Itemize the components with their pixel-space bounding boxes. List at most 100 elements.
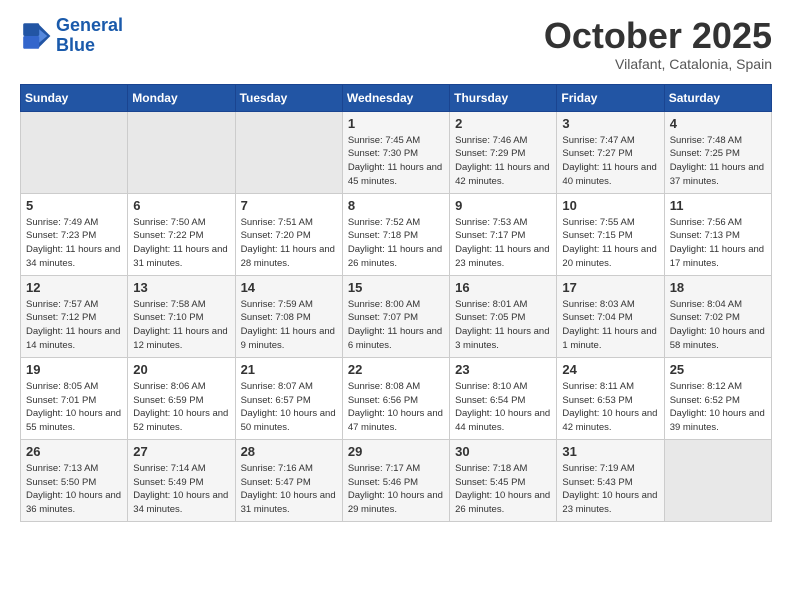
cell-content: Sunrise: 7:46 AMSunset: 7:29 PMDaylight:…	[455, 134, 551, 189]
logo-icon	[20, 20, 52, 52]
day-number: 21	[241, 362, 337, 377]
calendar-cell: 22 Sunrise: 8:08 AMSunset: 6:56 PMDayligh…	[342, 357, 449, 439]
cell-content: Sunrise: 7:58 AMSunset: 7:10 PMDaylight:…	[133, 298, 229, 353]
cell-content: Sunrise: 7:51 AMSunset: 7:20 PMDaylight:…	[241, 216, 337, 271]
day-number: 30	[455, 444, 551, 459]
logo-general: General	[56, 15, 123, 35]
weekday-monday: Monday	[128, 84, 235, 111]
cell-content: Sunrise: 8:05 AMSunset: 7:01 PMDaylight:…	[26, 380, 122, 435]
cell-content: Sunrise: 7:19 AMSunset: 5:43 PMDaylight:…	[562, 462, 658, 517]
day-number: 23	[455, 362, 551, 377]
weekday-friday: Friday	[557, 84, 664, 111]
calendar-cell	[235, 111, 342, 193]
day-number: 17	[562, 280, 658, 295]
weekday-saturday: Saturday	[664, 84, 771, 111]
calendar-cell: 16 Sunrise: 8:01 AMSunset: 7:05 PMDayligh…	[450, 275, 557, 357]
day-number: 7	[241, 198, 337, 213]
calendar-cell: 28 Sunrise: 7:16 AMSunset: 5:47 PMDayligh…	[235, 439, 342, 521]
calendar-cell: 12Sunrise: 7:57 AMSunset: 7:12 PMDayligh…	[21, 275, 128, 357]
day-number: 14	[241, 280, 337, 295]
day-number: 15	[348, 280, 444, 295]
calendar-cell: 19Sunrise: 8:05 AMSunset: 7:01 PMDayligh…	[21, 357, 128, 439]
cell-content: Sunrise: 7:49 AMSunset: 7:23 PMDaylight:…	[26, 216, 122, 271]
calendar-cell: 30 Sunrise: 7:18 AMSunset: 5:45 PMDayligh…	[450, 439, 557, 521]
cell-content: Sunrise: 7:18 AMSunset: 5:45 PMDaylight:…	[455, 462, 551, 517]
calendar-cell: 5Sunrise: 7:49 AMSunset: 7:23 PMDaylight…	[21, 193, 128, 275]
cell-content: Sunrise: 7:57 AMSunset: 7:12 PMDaylight:…	[26, 298, 122, 353]
calendar-cell: 3 Sunrise: 7:47 AMSunset: 7:27 PMDaylight…	[557, 111, 664, 193]
day-number: 22	[348, 362, 444, 377]
cell-content: Sunrise: 7:17 AMSunset: 5:46 PMDaylight:…	[348, 462, 444, 517]
weekday-header-row: SundayMondayTuesdayWednesdayThursdayFrid…	[21, 84, 772, 111]
calendar-cell: 21 Sunrise: 8:07 AMSunset: 6:57 PMDayligh…	[235, 357, 342, 439]
cell-content: Sunrise: 8:07 AMSunset: 6:57 PMDaylight:…	[241, 380, 337, 435]
logo-text: General Blue	[56, 16, 123, 56]
cell-content: Sunrise: 7:59 AMSunset: 7:08 PMDaylight:…	[241, 298, 337, 353]
day-number: 11	[670, 198, 766, 213]
day-number: 26	[26, 444, 122, 459]
calendar-cell	[664, 439, 771, 521]
calendar-cell: 26Sunrise: 7:13 AMSunset: 5:50 PMDayligh…	[21, 439, 128, 521]
calendar-cell: 10 Sunrise: 7:55 AMSunset: 7:15 PMDayligh…	[557, 193, 664, 275]
cell-content: Sunrise: 7:48 AMSunset: 7:25 PMDaylight:…	[670, 134, 766, 189]
cell-content: Sunrise: 7:55 AMSunset: 7:15 PMDaylight:…	[562, 216, 658, 271]
cell-content: Sunrise: 7:52 AMSunset: 7:18 PMDaylight:…	[348, 216, 444, 271]
day-number: 24	[562, 362, 658, 377]
cell-content: Sunrise: 8:00 AMSunset: 7:07 PMDaylight:…	[348, 298, 444, 353]
cell-content: Sunrise: 7:56 AMSunset: 7:13 PMDaylight:…	[670, 216, 766, 271]
day-number: 1	[348, 116, 444, 131]
month-title: October 2025	[544, 16, 772, 56]
calendar-cell: 9Sunrise: 7:53 AMSunset: 7:17 PMDaylight…	[450, 193, 557, 275]
cell-content: Sunrise: 7:50 AMSunset: 7:22 PMDaylight:…	[133, 216, 229, 271]
cell-content: Sunrise: 8:10 AMSunset: 6:54 PMDaylight:…	[455, 380, 551, 435]
calendar-cell: 13 Sunrise: 7:58 AMSunset: 7:10 PMDayligh…	[128, 275, 235, 357]
weekday-wednesday: Wednesday	[342, 84, 449, 111]
cell-content: Sunrise: 8:04 AMSunset: 7:02 PMDaylight:…	[670, 298, 766, 353]
calendar-cell: 17 Sunrise: 8:03 AMSunset: 7:04 PMDayligh…	[557, 275, 664, 357]
day-number: 27	[133, 444, 229, 459]
calendar-cell	[128, 111, 235, 193]
day-number: 28	[241, 444, 337, 459]
page: General Blue October 2025 Vilafant, Cata…	[0, 0, 792, 538]
calendar-cell: 15 Sunrise: 8:00 AMSunset: 7:07 PMDayligh…	[342, 275, 449, 357]
day-number: 16	[455, 280, 551, 295]
cell-content: Sunrise: 8:06 AMSunset: 6:59 PMDaylight:…	[133, 380, 229, 435]
day-number: 4	[670, 116, 766, 131]
calendar-week-4: 19Sunrise: 8:05 AMSunset: 7:01 PMDayligh…	[21, 357, 772, 439]
calendar-cell: 24 Sunrise: 8:11 AMSunset: 6:53 PMDayligh…	[557, 357, 664, 439]
calendar-cell: 1 Sunrise: 7:45 AMSunset: 7:30 PMDaylight…	[342, 111, 449, 193]
calendar-cell: 8 Sunrise: 7:52 AMSunset: 7:18 PMDaylight…	[342, 193, 449, 275]
cell-content: Sunrise: 8:01 AMSunset: 7:05 PMDaylight:…	[455, 298, 551, 353]
title-block: October 2025 Vilafant, Catalonia, Spain	[544, 16, 772, 72]
header: General Blue October 2025 Vilafant, Cata…	[20, 16, 772, 72]
cell-content: Sunrise: 7:47 AMSunset: 7:27 PMDaylight:…	[562, 134, 658, 189]
day-number: 6	[133, 198, 229, 213]
calendar-cell: 4 Sunrise: 7:48 AMSunset: 7:25 PMDaylight…	[664, 111, 771, 193]
day-number: 8	[348, 198, 444, 213]
calendar-cell: 18 Sunrise: 8:04 AMSunset: 7:02 PMDayligh…	[664, 275, 771, 357]
day-number: 3	[562, 116, 658, 131]
calendar-cell: 6 Sunrise: 7:50 AMSunset: 7:22 PMDaylight…	[128, 193, 235, 275]
logo: General Blue	[20, 16, 123, 56]
calendar-week-1: 1 Sunrise: 7:45 AMSunset: 7:30 PMDaylight…	[21, 111, 772, 193]
cell-content: Sunrise: 7:16 AMSunset: 5:47 PMDaylight:…	[241, 462, 337, 517]
weekday-sunday: Sunday	[21, 84, 128, 111]
day-number: 10	[562, 198, 658, 213]
cell-content: Sunrise: 8:08 AMSunset: 6:56 PMDaylight:…	[348, 380, 444, 435]
cell-content: Sunrise: 7:45 AMSunset: 7:30 PMDaylight:…	[348, 134, 444, 189]
day-number: 2	[455, 116, 551, 131]
calendar-cell: 29Sunrise: 7:17 AMSunset: 5:46 PMDayligh…	[342, 439, 449, 521]
day-number: 13	[133, 280, 229, 295]
calendar-cell	[21, 111, 128, 193]
day-number: 18	[670, 280, 766, 295]
weekday-thursday: Thursday	[450, 84, 557, 111]
calendar-body: 1 Sunrise: 7:45 AMSunset: 7:30 PMDaylight…	[21, 111, 772, 521]
cell-content: Sunrise: 8:03 AMSunset: 7:04 PMDaylight:…	[562, 298, 658, 353]
calendar-cell: 31Sunrise: 7:19 AMSunset: 5:43 PMDayligh…	[557, 439, 664, 521]
calendar-cell: 7 Sunrise: 7:51 AMSunset: 7:20 PMDaylight…	[235, 193, 342, 275]
calendar-week-3: 12Sunrise: 7:57 AMSunset: 7:12 PMDayligh…	[21, 275, 772, 357]
calendar-cell: 25Sunrise: 8:12 AMSunset: 6:52 PMDayligh…	[664, 357, 771, 439]
calendar-cell: 14 Sunrise: 7:59 AMSunset: 7:08 PMDayligh…	[235, 275, 342, 357]
day-number: 20	[133, 362, 229, 377]
cell-content: Sunrise: 8:11 AMSunset: 6:53 PMDaylight:…	[562, 380, 658, 435]
